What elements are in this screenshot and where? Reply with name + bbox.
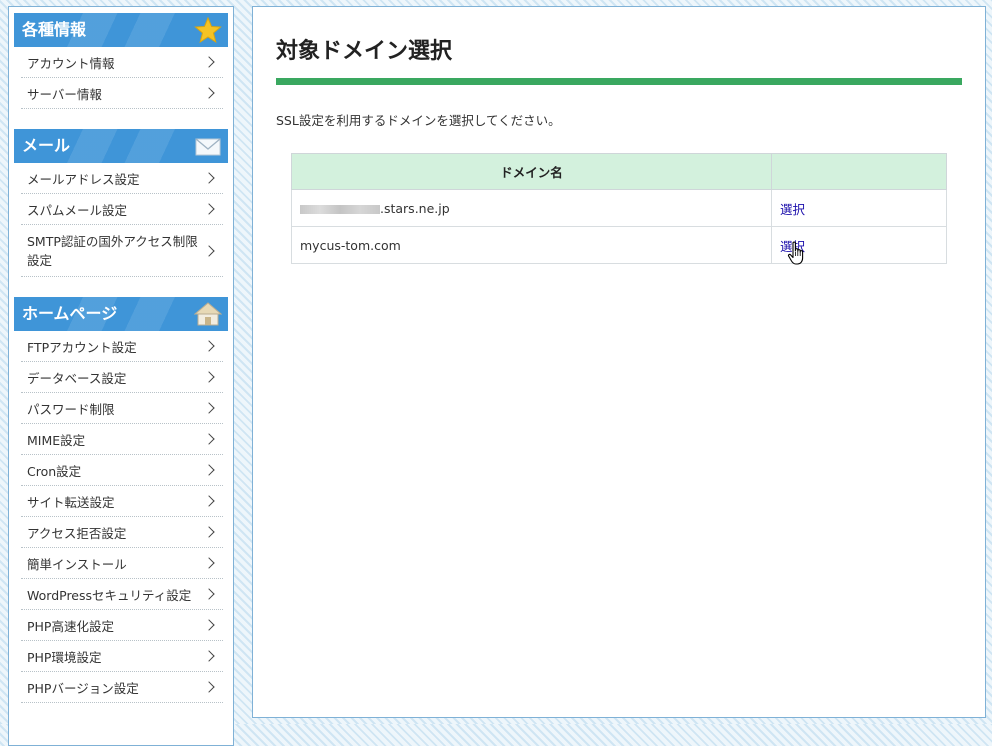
sidebar-item-php-acceleration[interactable]: PHP高速化設定: [21, 610, 223, 641]
sidebar-item-label: アクセス拒否設定: [27, 525, 127, 541]
chevron-right-icon: [203, 650, 215, 662]
domain-name: .stars.ne.jp: [380, 200, 450, 216]
sidebar-item-label: データベース設定: [27, 370, 127, 386]
domain-cell: mycus-tom.com: [291, 226, 772, 264]
sidebar-item-label: サイト転送設定: [27, 494, 115, 510]
table-header-row: ドメイン名: [291, 153, 947, 190]
sidebar-item-label: MIME設定: [27, 432, 86, 448]
section-list-homepage: FTPアカウント設定 データベース設定 パスワード制限 MIME設定 Cron設…: [21, 331, 223, 703]
sidebar-item-account-info[interactable]: アカウント情報: [21, 47, 223, 78]
star-icon: [194, 16, 222, 44]
sidebar-item-label: FTPアカウント設定: [27, 339, 137, 355]
sidebar-item-password-restriction[interactable]: パスワード制限: [21, 393, 223, 424]
title-divider: [276, 78, 962, 85]
chevron-right-icon: [203, 619, 215, 631]
sidebar-item-php-environment[interactable]: PHP環境設定: [21, 641, 223, 672]
chevron-right-icon: [203, 681, 215, 693]
sidebar-item-server-info[interactable]: サーバー情報: [21, 78, 223, 109]
chevron-right-icon: [203, 464, 215, 476]
sidebar-item-label: スパムメール設定: [27, 202, 128, 218]
section-list-mail: メールアドレス設定 スパムメール設定 SMTP認証の国外アクセス制限設定: [21, 163, 223, 277]
chevron-right-icon: [203, 56, 215, 68]
sidebar-item-mail-address[interactable]: メールアドレス設定: [21, 163, 223, 194]
chevron-right-icon: [203, 557, 215, 569]
sidebar-item-spam-mail[interactable]: スパムメール設定: [21, 194, 223, 225]
page-title: 対象ドメイン選択: [276, 39, 453, 64]
section-header-mail: メール: [14, 129, 228, 163]
chevron-right-icon: [203, 172, 215, 184]
sidebar-item-access-deny[interactable]: アクセス拒否設定: [21, 517, 223, 548]
main-panel: 対象ドメイン選択 SSL設定を利用するドメインを選択してください。 ドメイン名 …: [252, 6, 986, 718]
hand-cursor-icon: [787, 241, 807, 267]
sidebar-item-label: サーバー情報: [27, 86, 102, 102]
chevron-right-icon: [203, 203, 215, 215]
section-list-info: アカウント情報 サーバー情報: [21, 47, 223, 109]
chevron-right-icon: [203, 588, 215, 600]
sidebar-item-label: パスワード制限: [27, 401, 115, 417]
section-header-info: 各種情報: [14, 13, 228, 47]
sidebar-item-wordpress-security[interactable]: WordPressセキュリティ設定: [21, 579, 223, 610]
page-description: SSL設定を利用するドメインを選択してください。: [276, 113, 561, 128]
sidebar-item-label: 簡単インストール: [27, 556, 127, 572]
sidebar-item-smtp-restriction[interactable]: SMTP認証の国外アクセス制限設定: [21, 225, 223, 277]
table-row: .stars.ne.jp 選択: [291, 189, 947, 227]
chevron-right-icon: [203, 340, 215, 352]
sidebar-item-label: WordPressセキュリティ設定: [27, 587, 192, 603]
sidebar-item-mime[interactable]: MIME設定: [21, 424, 223, 455]
sidebar: 各種情報 アカウント情報 サーバー情報 メール メールアドレス設定 スパムメール…: [8, 6, 234, 746]
sidebar-item-php-version[interactable]: PHPバージョン設定: [21, 672, 223, 703]
section-title: ホームページ: [22, 304, 118, 323]
domain-name: mycus-tom.com: [300, 237, 401, 253]
section-title: メール: [22, 136, 71, 155]
sidebar-item-label: メールアドレス設定: [27, 171, 140, 187]
house-icon: [193, 301, 223, 327]
sidebar-item-label: SMTP認証の国外アクセス制限設定: [27, 233, 198, 268]
chevron-right-icon: [203, 371, 215, 383]
sidebar-item-label: PHPバージョン設定: [27, 680, 139, 696]
sidebar-item-site-redirect[interactable]: サイト転送設定: [21, 486, 223, 517]
section-title: 各種情報: [22, 20, 87, 39]
redacted-text: [300, 204, 380, 214]
section-header-homepage: ホームページ: [14, 297, 228, 331]
chevron-right-icon: [203, 526, 215, 538]
chevron-right-icon: [203, 495, 215, 507]
table-row: mycus-tom.com 選択: [291, 226, 947, 264]
column-header-action: [771, 153, 947, 190]
chevron-right-icon: [203, 402, 215, 414]
sidebar-item-database[interactable]: データベース設定: [21, 362, 223, 393]
sidebar-item-ftp[interactable]: FTPアカウント設定: [21, 331, 223, 362]
chevron-right-icon: [203, 433, 215, 445]
action-cell: 選択: [771, 189, 947, 227]
chevron-right-icon: [203, 87, 215, 99]
domain-table: ドメイン名 .stars.ne.jp 選択 mycus-tom.com 選択: [291, 153, 947, 264]
chevron-right-icon: [203, 244, 215, 257]
sidebar-item-label: アカウント情報: [27, 55, 115, 71]
select-link[interactable]: 選択: [780, 202, 805, 217]
column-header-domain: ドメイン名: [291, 153, 772, 190]
domain-cell: .stars.ne.jp: [291, 189, 772, 227]
sidebar-item-label: Cron設定: [27, 463, 82, 479]
envelope-icon: [194, 133, 222, 159]
sidebar-item-cron[interactable]: Cron設定: [21, 455, 223, 486]
sidebar-item-label: PHP環境設定: [27, 649, 102, 665]
sidebar-item-easy-install[interactable]: 簡単インストール: [21, 548, 223, 579]
sidebar-item-label: PHP高速化設定: [27, 618, 114, 634]
